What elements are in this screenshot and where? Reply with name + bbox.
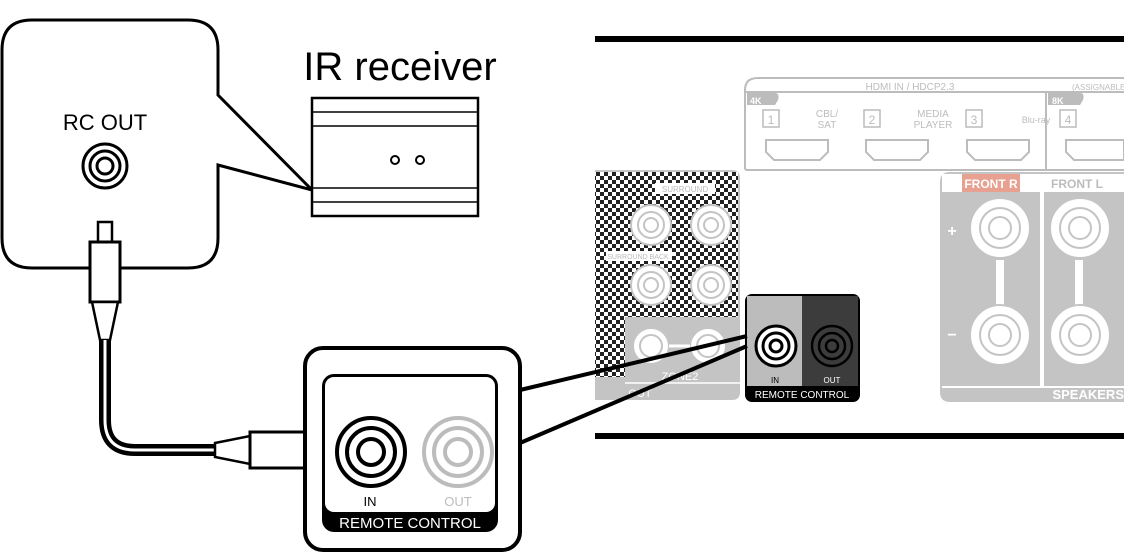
rc-out-jack[interactable] — [81, 142, 129, 190]
out-label: OUT — [444, 494, 472, 509]
panel-remote-control-jacks: IN OUT REMOTE CONTROL — [745, 294, 860, 402]
svg-text:CBL/: CBL/ — [816, 109, 838, 120]
svg-text:3: 3 — [971, 113, 978, 127]
hdmi-input-4[interactable]: 4 — [1059, 109, 1124, 161]
svg-text:SPEAKERS: SPEAKERS — [1052, 387, 1124, 402]
in-label: IN — [364, 494, 377, 509]
speakers-section: FRONT R FRONT L SPEAKERS + − — [940, 172, 1124, 402]
hdmi-input-1[interactable]: 1 CBL/ SAT — [762, 109, 838, 161]
svg-text:4: 4 — [1065, 113, 1072, 127]
svg-text:+: + — [947, 223, 956, 240]
svg-text:1: 1 — [768, 113, 775, 127]
svg-text:PLAYER: PLAYER — [914, 120, 953, 131]
svg-text:REMOTE CONTROL: REMOTE CONTROL — [755, 390, 850, 401]
panel-rc-in-jack[interactable] — [754, 324, 798, 368]
hdmi-input-2[interactable]: 2 MEDIA PLAYER — [863, 109, 953, 161]
hdmi-input-3[interactable]: 3 Blu-ray — [965, 109, 1051, 161]
hdmi-4k-label: 4K — [750, 96, 762, 106]
svg-text:−: − — [947, 327, 956, 344]
hdmi-8k-label: 8K — [1052, 96, 1064, 106]
zoomed-remote-control-jacks: IN OUT REMOTE CONTROL — [303, 346, 522, 552]
svg-text:MEDIA: MEDIA — [917, 109, 949, 120]
svg-text:SAT: SAT — [818, 120, 837, 131]
ir-receiver-title: IR receiver — [303, 45, 496, 89]
hdmi-title: HDMI IN / HDCP2.3 — [866, 82, 955, 93]
svg-text:IN: IN — [771, 376, 779, 385]
ir-receiver — [310, 96, 480, 218]
external-device-box: RC OUT — [0, 18, 317, 270]
svg-text:OUT: OUT — [824, 376, 841, 385]
svg-text:FRONT R: FRONT R — [964, 177, 1018, 191]
connection-diagram: RC OUT IR receiver HDMI IN / HDCP2.3 (AS… — [0, 18, 1124, 552]
svg-text:FRONT L: FRONT L — [1051, 177, 1103, 191]
remote-control-label: REMOTE CONTROL — [339, 515, 481, 532]
svg-text:Blu-ray: Blu-ray — [1022, 115, 1051, 125]
svg-text:2: 2 — [869, 113, 876, 127]
svg-text:SURROUND BACK: SURROUND BACK — [607, 254, 669, 261]
hdmi-assignable: (ASSIGNABLE) — [1072, 83, 1124, 92]
rc-out-label: RC OUT — [63, 110, 147, 135]
svg-text:SURROUND: SURROUND — [662, 185, 708, 194]
